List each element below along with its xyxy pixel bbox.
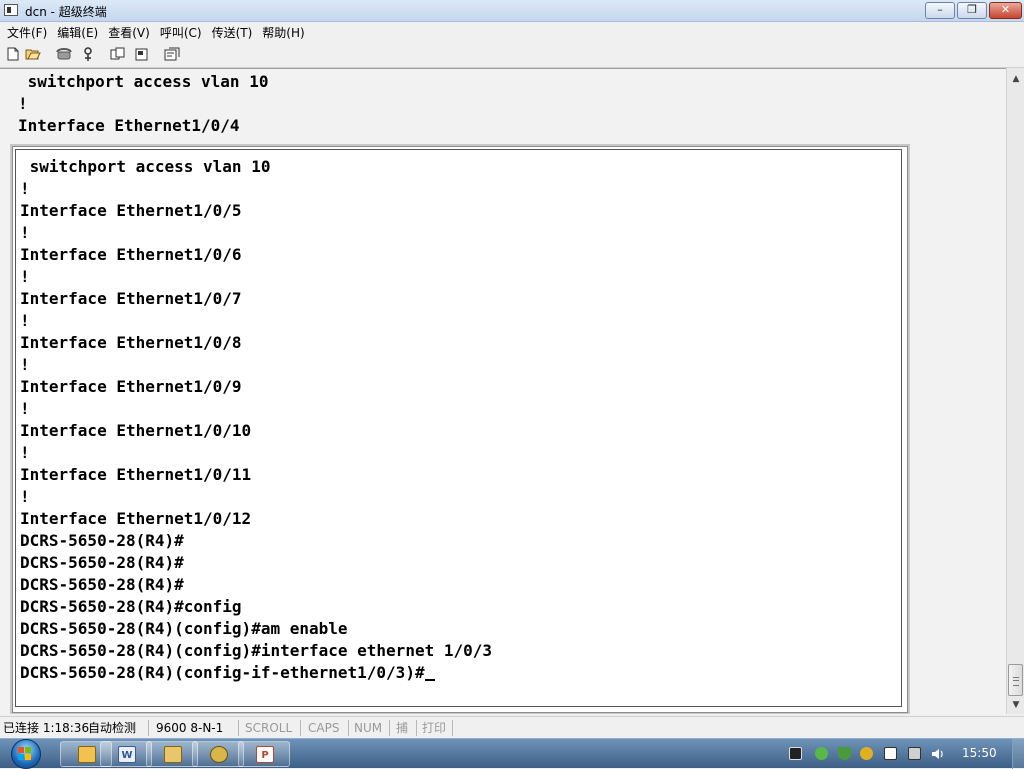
terminal-screen-inner[interactable]: switchport access vlan 10 ! Interface Et…: [15, 149, 902, 707]
tray-shield-icon[interactable]: [838, 747, 851, 760]
status-divider: [416, 720, 417, 736]
folder-app-icon: [78, 746, 96, 763]
receive-file-icon[interactable]: [134, 47, 150, 62]
num-lock-indicator: NUM: [354, 721, 383, 735]
tray-volume-icon[interactable]: [931, 747, 944, 760]
terminal-line: !: [20, 443, 30, 462]
tray-network-icon[interactable]: [908, 747, 921, 760]
status-bar: 已连接 1:18:36 自动检测 9600 8-N-1 SCROLL CAPS …: [0, 716, 1024, 738]
connection-status: 已连接 1:18:36: [3, 721, 90, 735]
network-app-icon: [210, 746, 228, 763]
text-cursor: [424, 679, 435, 681]
terminal-line: !: [20, 311, 30, 330]
terminal-line: !: [20, 399, 30, 418]
scrollbar-thumb[interactable]: [1008, 664, 1023, 696]
window-title: dcn - 超级终端: [25, 5, 107, 19]
toolbar: [0, 42, 1024, 68]
terminal-line: !: [20, 487, 30, 506]
scroll-down-arrow-icon[interactable]: ▼: [1009, 698, 1023, 712]
close-button[interactable]: ✕: [989, 2, 1022, 19]
scroll-lock-indicator: SCROLL: [245, 721, 293, 735]
phone-icon[interactable]: [56, 47, 72, 62]
restore-button[interactable]: ❐: [957, 2, 987, 19]
minimize-button[interactable]: –: [925, 2, 955, 19]
scrollback-line: !: [18, 94, 28, 113]
menu-bar: 文件(F) 编辑(E) 查看(V) 呼叫(C) 传送(T) 帮助(H): [0, 22, 1024, 42]
clock[interactable]: 15:50: [962, 746, 997, 760]
tray-yellow-icon[interactable]: [860, 747, 873, 760]
terminal-line: DCRS-5650-28(R4)#: [20, 553, 184, 572]
windows-logo-icon: [18, 747, 32, 760]
terminal-line: DCRS-5650-28(R4)#config: [20, 597, 242, 616]
open-folder-icon[interactable]: [25, 47, 41, 62]
port-settings: 9600 8-N-1: [156, 721, 224, 735]
disconnect-icon[interactable]: [80, 47, 96, 62]
terminal-line: Interface Ethernet1/0/12: [20, 509, 252, 528]
taskbar-powerpoint-button[interactable]: P: [238, 741, 290, 767]
terminal-app-icon[interactable]: [4, 4, 18, 16]
send-file-icon[interactable]: [110, 47, 126, 62]
terminal-line: DCRS-5650-28(R4)#: [20, 531, 184, 550]
terminal-scrollback[interactable]: switchport access vlan 10 ! Interface Et…: [0, 68, 1006, 714]
terminal-line: Interface Ethernet1/0/8: [20, 333, 242, 352]
terminal-line: Interface Ethernet1/0/5: [20, 201, 242, 220]
status-divider: [452, 720, 453, 736]
terminal-line: DCRS-5650-28(R4)(config)#interface ether…: [20, 641, 493, 660]
terminal-line: Interface Ethernet1/0/9: [20, 377, 242, 396]
status-divider: [348, 720, 349, 736]
terminal-line: Interface Ethernet1/0/6: [20, 245, 242, 264]
terminal-line: !: [20, 355, 30, 374]
start-button[interactable]: [8, 739, 44, 769]
taskbar: W P 15:50: [0, 738, 1024, 769]
capture-indicator: 捕: [396, 721, 409, 735]
taskbar-word-button[interactable]: W: [100, 741, 152, 767]
tray-flag-icon[interactable]: [884, 747, 897, 760]
taskbar-network-button[interactable]: [192, 741, 244, 767]
status-divider: [238, 720, 239, 736]
title-bar: dcn - 超级终端 – ❐ ✕: [0, 0, 1024, 22]
terminal-line: !: [20, 223, 30, 242]
terminal-screen[interactable]: switchport access vlan 10 ! Interface Et…: [10, 144, 910, 714]
menu-help[interactable]: 帮助(H): [257, 24, 309, 41]
terminal-prompt: DCRS-5650-28(R4)(config-if-ethernet1/0/3…: [20, 663, 425, 682]
grip-icon: [1013, 677, 1019, 686]
menu-view[interactable]: 查看(V): [103, 24, 155, 41]
tray-film-icon[interactable]: [789, 747, 802, 760]
auto-detect-status: 自动检测: [88, 721, 137, 735]
terminal-line: Interface Ethernet1/0/11: [20, 465, 252, 484]
caps-lock-indicator: CAPS: [308, 721, 340, 735]
menu-call[interactable]: 呼叫(C): [155, 24, 207, 41]
powerpoint-app-icon: P: [256, 746, 274, 763]
terminal-prompt-line[interactable]: DCRS-5650-28(R4)(config-if-ethernet1/0/3…: [20, 662, 435, 684]
word-app-icon: W: [118, 746, 136, 763]
terminal-line: !: [20, 267, 30, 286]
menu-edit[interactable]: 编辑(E): [52, 24, 103, 41]
show-desktop-button[interactable]: [1012, 739, 1024, 769]
scrollback-line: switchport access vlan 10: [18, 72, 269, 91]
terminal-line: Interface Ethernet1/0/7: [20, 289, 242, 308]
scroll-up-arrow-icon[interactable]: ▲: [1009, 72, 1023, 86]
vertical-scrollbar[interactable]: ▲ ▼: [1006, 68, 1024, 714]
status-divider: [389, 720, 390, 736]
scrollback-line: Interface Ethernet1/0/4: [18, 116, 240, 135]
properties-icon[interactable]: [164, 47, 180, 62]
terminal-line: !: [20, 179, 30, 198]
new-file-icon[interactable]: [5, 47, 21, 62]
menu-file[interactable]: 文件(F): [2, 24, 52, 41]
explorer-app-icon: [164, 746, 182, 763]
status-divider: [148, 720, 149, 736]
taskbar-explorer-button[interactable]: [146, 741, 198, 767]
status-divider: [300, 720, 301, 736]
terminal-line: DCRS-5650-28(R4)(config)#am enable: [20, 619, 348, 638]
tray-green-icon[interactable]: [815, 747, 828, 760]
terminal-line: switchport access vlan 10: [20, 157, 271, 176]
terminal-line: Interface Ethernet1/0/10: [20, 421, 252, 440]
menu-transfer[interactable]: 传送(T): [207, 24, 258, 41]
print-indicator: 打印: [422, 721, 447, 735]
terminal-line: DCRS-5650-28(R4)#: [20, 575, 184, 594]
